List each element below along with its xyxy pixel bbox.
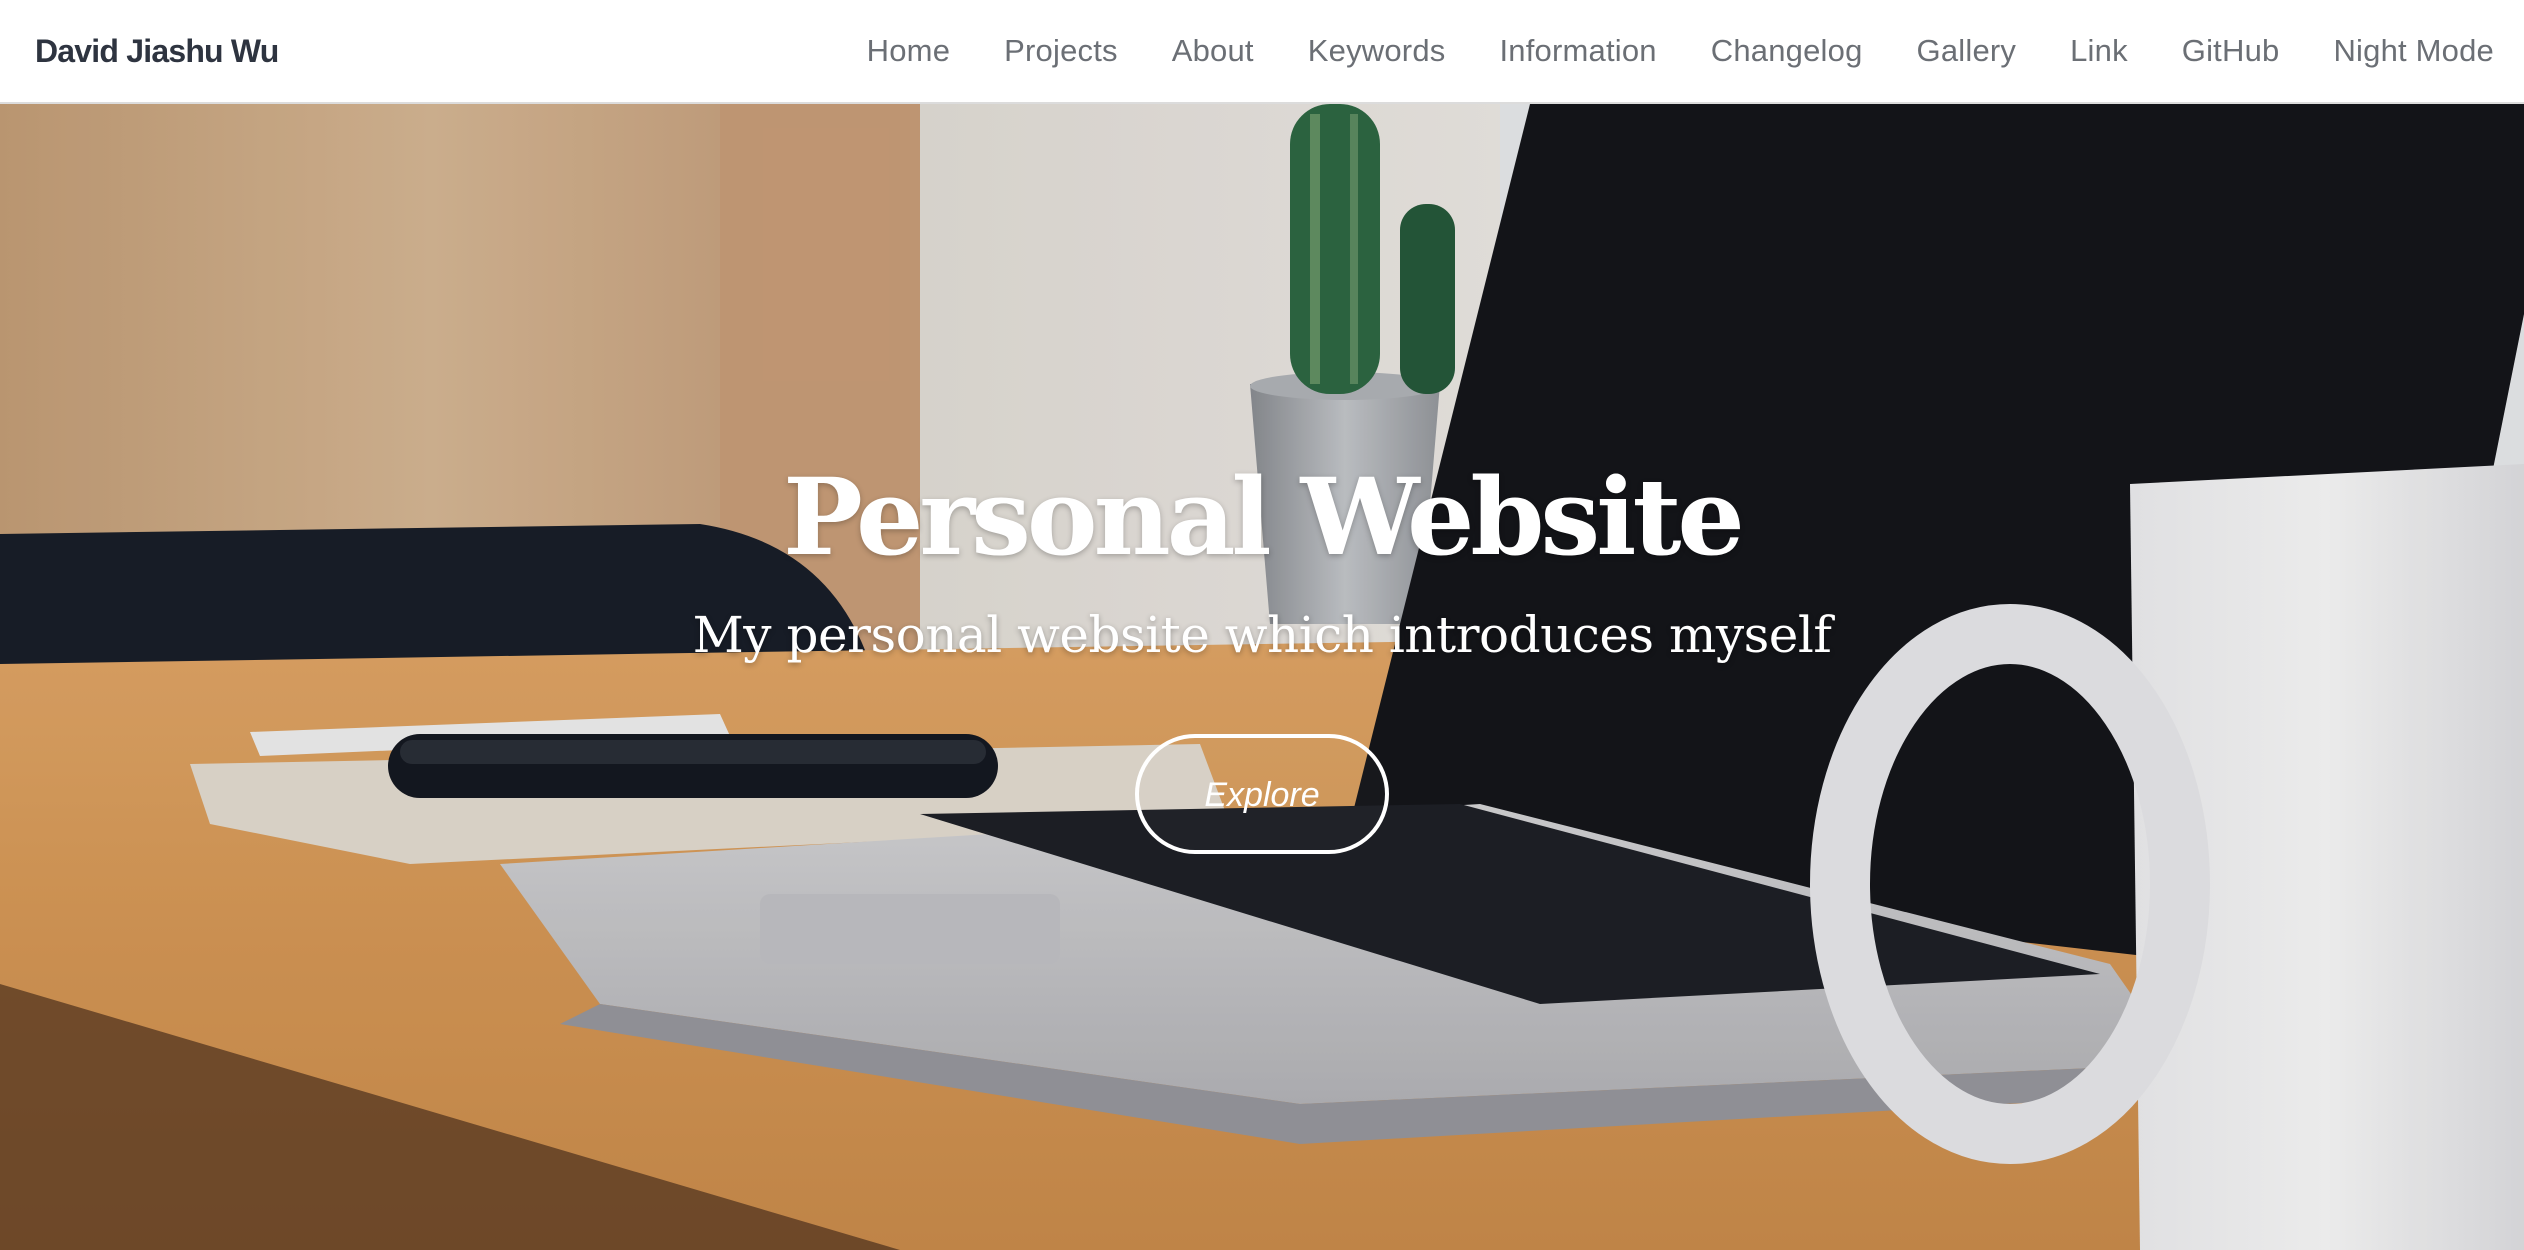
nav-link-home[interactable]: Home	[840, 33, 978, 69]
explore-button[interactable]: Explore	[1135, 733, 1389, 854]
nav-link-keywords[interactable]: Keywords	[1281, 33, 1473, 69]
nav-link-information[interactable]: Information	[1472, 33, 1683, 69]
hero-content: Personal Website My personal website whi…	[0, 454, 2524, 854]
brand-link[interactable]: David Jiashu Wu	[35, 33, 279, 70]
nav-link-gallery[interactable]: Gallery	[1890, 33, 2044, 69]
nav-menu: Home Projects About Keywords Information…	[840, 0, 2524, 102]
top-navbar: David Jiashu Wu Home Projects About Keyw…	[0, 0, 2524, 104]
nav-link-github[interactable]: GitHub	[2155, 33, 2307, 69]
nav-link-projects[interactable]: Projects	[977, 33, 1145, 69]
nav-link-changelog[interactable]: Changelog	[1684, 33, 1890, 69]
hero-subtitle: My personal website which introduces mys…	[692, 605, 1832, 664]
nav-link-about[interactable]: About	[1145, 33, 1281, 69]
nav-link-night-mode[interactable]: Night Mode	[2306, 33, 2524, 69]
hero-section: Personal Website My personal website whi…	[0, 104, 2524, 1250]
hero-title: Personal Website	[783, 454, 1745, 579]
nav-link-link[interactable]: Link	[2043, 33, 2155, 69]
